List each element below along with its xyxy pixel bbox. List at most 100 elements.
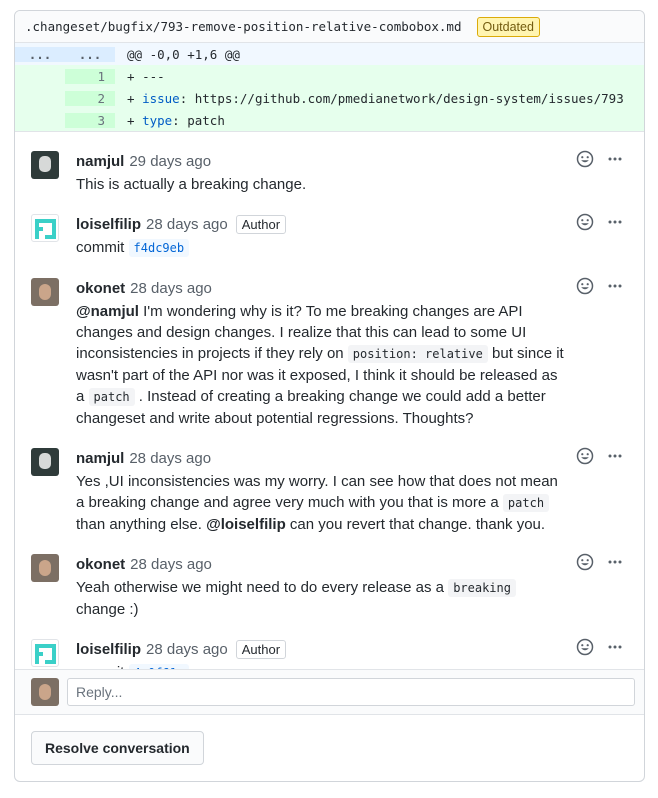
review-thread: .changeset/bugfix/793-remove-position-re… xyxy=(14,10,645,782)
comment-meta: loiselfilip 28 days ago Author xyxy=(76,638,568,660)
comment-text: This is actually a breaking change. xyxy=(76,176,307,193)
comment: okonet 28 days ago Yeah otherwise we mig… xyxy=(15,543,644,628)
commit-sha-link[interactable]: f4dc9eb xyxy=(128,239,190,257)
hunk-text: @@ -0,0 +1,6 @@ xyxy=(127,46,240,62)
smiley-icon[interactable] xyxy=(576,213,594,231)
comment-actions xyxy=(576,277,624,295)
comment-meta: okonet 28 days ago xyxy=(76,277,568,299)
file-path[interactable]: .changeset/bugfix/793-remove-position-re… xyxy=(25,19,462,34)
author-badge: Author xyxy=(235,214,287,234)
user-mention[interactable]: @loiselfilip xyxy=(206,516,286,533)
comment-time[interactable]: 28 days ago xyxy=(130,280,212,297)
comment-text: Yes ,UI inconsistencies was my worry. I … xyxy=(76,471,568,535)
kebab-horizontal-icon[interactable] xyxy=(606,447,624,465)
comment-body: loiselfilip 28 days ago Author commit f4… xyxy=(76,213,628,259)
comment-list: namjul 29 days ago This is actually a br… xyxy=(15,132,644,692)
commit-label: commit xyxy=(76,239,125,256)
avatar xyxy=(31,678,59,706)
comment-author[interactable]: okonet xyxy=(76,280,125,297)
text-run: . Instead of creating a breaking change … xyxy=(76,388,546,427)
comment-text: @namjul I'm wondering why is it? To me b… xyxy=(76,301,568,429)
smiley-icon[interactable] xyxy=(576,638,594,656)
smiley-icon[interactable] xyxy=(576,277,594,295)
kebab-horizontal-icon[interactable] xyxy=(606,150,624,168)
diff-prefix: + xyxy=(127,90,143,106)
new-line-number[interactable]: 3 xyxy=(65,112,115,128)
new-line-number[interactable]: 1 xyxy=(65,68,115,84)
reply-bar xyxy=(15,669,644,715)
hunk-expand-left[interactable]: ... xyxy=(15,46,65,62)
reply-input[interactable] xyxy=(67,678,635,706)
diff-line: 1 + --- xyxy=(15,65,644,87)
smiley-icon[interactable] xyxy=(576,553,594,571)
comment-author[interactable]: namjul xyxy=(76,153,124,170)
text-run: change :) xyxy=(76,601,139,618)
comment-text: commit f4dc9eb xyxy=(76,237,568,259)
diff-prefix: + xyxy=(127,68,143,84)
comment-author[interactable]: namjul xyxy=(76,450,124,467)
resolve-conversation-button[interactable]: Resolve conversation xyxy=(31,731,204,765)
comment-body: namjul 28 days ago Yes ,UI inconsistenci… xyxy=(76,447,628,535)
diff-text: : https://github.com/pmedianetwork/desig… xyxy=(179,90,624,106)
avatar[interactable] xyxy=(31,278,59,306)
diff-text: : patch xyxy=(172,112,225,128)
inline-code: breaking xyxy=(448,579,516,597)
smiley-icon[interactable] xyxy=(576,150,594,168)
comment-body: namjul 29 days ago This is actually a br… xyxy=(76,150,628,195)
comment-author[interactable]: okonet xyxy=(76,556,125,573)
comment-body: okonet 28 days ago Yeah otherwise we mig… xyxy=(76,553,628,620)
smiley-icon[interactable] xyxy=(576,447,594,465)
comment: namjul 29 days ago This is actually a br… xyxy=(15,140,644,203)
comment-meta: namjul 29 days ago xyxy=(76,150,568,172)
comment-time[interactable]: 28 days ago xyxy=(146,216,228,233)
avatar[interactable] xyxy=(31,448,59,476)
comment-time[interactable]: 28 days ago xyxy=(129,450,211,467)
text-run: can you revert that change. thank you. xyxy=(285,516,546,533)
diff-line-code: + issue: https://github.com/pmedianetwor… xyxy=(115,91,624,106)
comment-actions xyxy=(576,553,624,571)
inline-code: patch xyxy=(88,388,135,406)
new-line-number[interactable]: 2 xyxy=(65,90,115,106)
inline-code: patch xyxy=(502,494,550,512)
avatar[interactable] xyxy=(31,554,59,582)
comment-text: Yeah otherwise we might need to do every… xyxy=(76,577,568,620)
comment-meta: loiselfilip 28 days ago Author xyxy=(76,213,568,235)
kebab-horizontal-icon[interactable] xyxy=(606,638,624,656)
diff-line: 2 + issue: https://github.com/pmedianetw… xyxy=(15,87,644,109)
text-run: Yeah otherwise we might need to do every… xyxy=(76,579,449,596)
diff-key: issue xyxy=(142,90,180,106)
text-run: Yes ,UI inconsistencies was my worry. I … xyxy=(76,473,558,511)
text-run: than anything else. xyxy=(76,516,207,533)
comment-actions xyxy=(576,638,624,656)
author-badge: Author xyxy=(235,639,287,659)
comment-actions xyxy=(576,150,624,168)
comment-author[interactable]: loiselfilip xyxy=(76,216,141,233)
file-header: .changeset/bugfix/793-remove-position-re… xyxy=(15,11,644,43)
kebab-horizontal-icon[interactable] xyxy=(606,553,624,571)
user-mention[interactable]: @namjul xyxy=(76,303,139,320)
comment-time[interactable]: 28 days ago xyxy=(130,556,212,573)
diff-line-code: + type: patch xyxy=(115,113,225,128)
diff-line: 3 + type: patch xyxy=(15,109,644,131)
avatar[interactable] xyxy=(31,639,59,667)
comment-meta: okonet 28 days ago xyxy=(76,553,568,575)
comment-author[interactable]: loiselfilip xyxy=(76,641,141,658)
comment-body: okonet 28 days ago @namjul I'm wondering… xyxy=(76,277,628,429)
comment-meta: namjul 28 days ago xyxy=(76,447,568,469)
avatar[interactable] xyxy=(31,151,59,179)
comment: namjul 28 days ago Yes ,UI inconsistenci… xyxy=(15,437,644,543)
hunk-expand-right[interactable]: ... xyxy=(65,46,115,62)
diff-prefix: + xyxy=(127,112,143,128)
outdated-badge: Outdated xyxy=(476,16,540,37)
comment-actions xyxy=(576,213,624,231)
diff-text: --- xyxy=(142,68,165,84)
kebab-horizontal-icon[interactable] xyxy=(606,213,624,231)
comment: loiselfilip 28 days ago Author commit f4… xyxy=(15,203,644,267)
comment-time[interactable]: 29 days ago xyxy=(129,153,211,170)
comment-time[interactable]: 28 days ago xyxy=(146,641,228,658)
diff-snippet: ... ... @@ -0,0 +1,6 @@ 1 + --- 2 + issu… xyxy=(15,43,644,132)
avatar[interactable] xyxy=(31,214,59,242)
comment: okonet 28 days ago @namjul I'm wondering… xyxy=(15,267,644,437)
comment-actions xyxy=(576,447,624,465)
kebab-horizontal-icon[interactable] xyxy=(606,277,624,295)
